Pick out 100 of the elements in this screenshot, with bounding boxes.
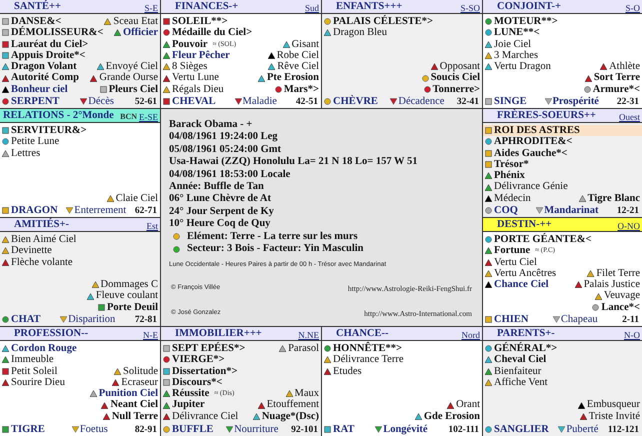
star-name: PORTE GÉANTE&< (494, 234, 592, 246)
down-triangle-icon (544, 98, 552, 105)
info-line: Secteur: 3 Bois - Facteur: Yin Masculin (187, 243, 364, 256)
star-name: Bonheur ciel (11, 84, 68, 96)
star-name: Régals Dieu (172, 84, 224, 96)
star-name: Vertu Lune (172, 72, 219, 84)
triangle-icon (279, 345, 286, 352)
deity-name: Enterrement (74, 205, 126, 216)
age-range: 72-81 (134, 314, 157, 324)
star-name: Vertu Ancêtres (494, 268, 556, 280)
star-name: Etouffement (266, 399, 319, 411)
star-name: Phénix (494, 170, 525, 182)
square-icon (485, 161, 492, 168)
branch-name: SINGE (494, 96, 527, 107)
triangle-icon (430, 63, 438, 70)
star-name: Pleurs Ciel (108, 84, 158, 96)
triangle-icon (447, 402, 454, 409)
down-triangle-icon (60, 316, 68, 323)
circle-icon (584, 86, 591, 93)
age-range: 12-21 (616, 206, 639, 216)
star-name: Discours*< (172, 376, 222, 388)
star-name: Réussite (172, 388, 210, 400)
down-triangle-icon (234, 98, 242, 105)
age-range: 112-121 (608, 424, 639, 434)
direction-label: N-E (143, 330, 158, 340)
star-name: Lauréat du Ciel> (11, 38, 88, 50)
age-range: 22-31 (616, 96, 639, 106)
circle-icon (2, 138, 9, 146)
star-name: Affiche Vent (494, 376, 548, 388)
star-name: Neant Ciel (110, 399, 158, 411)
star-name: Trésor* (494, 158, 529, 170)
triangle-icon (2, 379, 9, 386)
circle-icon (485, 138, 492, 146)
star-name: Délivrance Génie (494, 181, 568, 193)
info-line: 06° Lune Chèvre de At (169, 193, 272, 206)
circle-icon (424, 86, 431, 93)
square-icon (2, 18, 9, 26)
star-name: Médaille du Ciel> (172, 27, 252, 39)
branch-name: SANGLIER (494, 424, 549, 435)
star-name: Pte Erosion (266, 72, 319, 84)
square-icon (163, 368, 170, 375)
star-name: Fortune (494, 245, 530, 257)
star-name: Pouvoir (172, 38, 208, 50)
star-name: Délivrance Ciel (172, 410, 238, 422)
star-name: DÉMOLISSEUR&< (11, 27, 104, 39)
star-name: Dragon Bleu (333, 27, 387, 39)
circle-icon (163, 426, 170, 433)
star-name: DANSE&< (11, 16, 62, 27)
deity-name: Nourriture (234, 424, 278, 435)
star-name: Veuvage (604, 290, 640, 302)
deity-name: Disparition (68, 314, 116, 325)
triangle-icon (594, 292, 602, 300)
palace-title: PROFESSION-- (14, 328, 88, 340)
palace-title: CHANCE-- (336, 328, 388, 340)
star-name: SERVITEUR&> (11, 125, 87, 136)
star-name: LUNE**< (494, 27, 540, 39)
star-name: Chance Ciel (494, 279, 549, 290)
square-icon (485, 127, 492, 134)
deity-name: Mandarinat (544, 205, 598, 216)
branch-name: CHÈVRE (333, 96, 378, 107)
deity-name: Chapeau (560, 314, 598, 325)
star-name: Claie Ciel (116, 192, 158, 204)
star-name: Ecraseur (121, 376, 158, 388)
star-name: Lance*< (601, 302, 640, 314)
star-name: Parasol (288, 343, 319, 354)
star-name: Dommages C (100, 279, 158, 290)
info-line: 04/08/1961 19:24:00 Leg (169, 131, 278, 144)
square-icon (100, 86, 107, 93)
star-name: Embusqueur (586, 399, 640, 411)
info-line: 04/08/1961 18:53:00 Locale (169, 168, 292, 182)
square-icon (324, 426, 331, 433)
star-name: Etudes (333, 366, 362, 377)
palace-title: CONJOINT-+ (497, 1, 561, 13)
star-name: PALAIS CÉLESTE*> (333, 16, 434, 28)
square-icon (2, 426, 9, 433)
star-name: GÉNÉRAL*> (494, 343, 558, 354)
star-name: Nuage*(Dsc) (262, 410, 319, 422)
palace-title: IMMOBILIER+++ (175, 328, 262, 340)
age-range: 2-11 (622, 314, 639, 324)
circle-icon (485, 18, 492, 26)
star-name: Petit Soleil (11, 366, 58, 377)
circle-icon (163, 356, 170, 364)
direction-label: Ouest (619, 112, 640, 122)
star-name: Null Terre (112, 410, 158, 422)
direction-label: S-O (625, 3, 640, 13)
star-name: Tonnerre> (432, 84, 480, 96)
circle-icon (485, 207, 492, 214)
age-range: 32-41 (456, 96, 479, 106)
star-name: Gde Erosion (424, 410, 480, 422)
star-name: Aides Gauche*< (494, 148, 568, 159)
palace-title: ENFANTS+++ (336, 1, 402, 13)
star-name: Athlète (609, 61, 640, 72)
branch-name: CHIEN (494, 314, 528, 325)
star-name: Officier (123, 27, 158, 39)
star-name: Filet Terre (596, 268, 640, 280)
circle-icon (2, 316, 9, 323)
star-name: Dragon Volant (11, 61, 77, 72)
direction-label: Sud (304, 3, 319, 13)
palace-title: FRÈRES-SOEURS++ (497, 110, 596, 122)
star-name: Délivrance Terre (333, 354, 404, 366)
